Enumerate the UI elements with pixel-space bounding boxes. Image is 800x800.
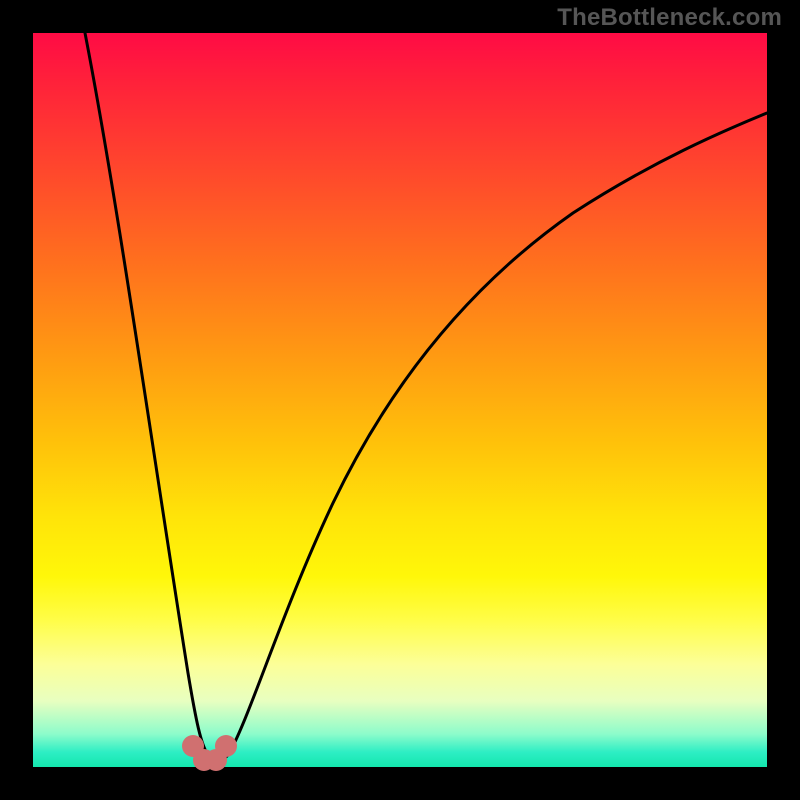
curve-path	[85, 33, 767, 761]
watermark-text: TheBottleneck.com	[557, 4, 782, 32]
bottleneck-curve	[33, 33, 767, 767]
dip-marker-4	[215, 735, 237, 757]
plot-area	[33, 33, 767, 767]
chart-frame: TheBottleneck.com	[0, 0, 800, 800]
